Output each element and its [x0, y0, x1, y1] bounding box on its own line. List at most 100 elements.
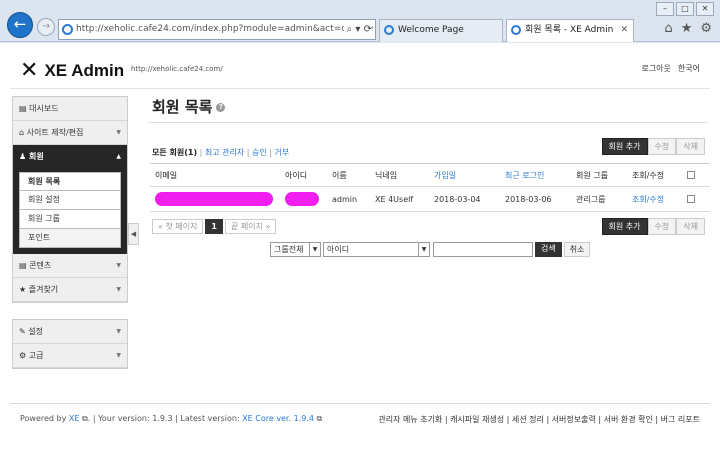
- col-name: 이름: [327, 163, 370, 187]
- footer-links[interactable]: 관리자 메뉴 초기화 | 캐시파일 재생성 | 세션 정리 | 서버정보출력 |…: [378, 414, 700, 425]
- select-all-checkbox[interactable]: [687, 171, 695, 179]
- sidebar-item-settings[interactable]: ✎ 설정 ▼: [13, 320, 127, 344]
- chevron-down-icon: ▼: [309, 243, 320, 256]
- footer-divider: [10, 403, 710, 404]
- current-page[interactable]: 1: [205, 219, 223, 234]
- cell-action: 조회/수정: [627, 186, 682, 212]
- search-input[interactable]: [433, 242, 533, 257]
- sidebar-item-label: 콘텐츠: [29, 261, 52, 270]
- sidebar-item-label: 설정: [28, 327, 43, 336]
- filter-denied[interactable]: 거부: [275, 148, 290, 157]
- ie-icon: [384, 25, 394, 35]
- submenu-member-list[interactable]: 회원 목록: [19, 172, 121, 191]
- col-id: 아이디: [280, 163, 327, 187]
- ie-icon: [511, 25, 521, 35]
- group-select-value: 그룹전체: [274, 245, 304, 254]
- submenu-member-settings[interactable]: 회원 설정: [19, 191, 121, 210]
- field-select[interactable]: 아이디 ▼: [323, 242, 430, 257]
- first-page-button[interactable]: « 첫 페이지: [152, 219, 204, 234]
- sidebar-item-label: 사이트 제작/편집: [26, 128, 84, 137]
- minimize-button[interactable]: –: [656, 2, 674, 16]
- delete-button[interactable]: 삭제: [676, 138, 705, 155]
- cell-name: admin: [327, 186, 370, 212]
- favorites-star-icon[interactable]: ★: [681, 21, 693, 36]
- cell-group: 관리그룹: [571, 186, 627, 212]
- cell-id: [280, 186, 327, 212]
- sidebar-collapse-button[interactable]: ◀: [128, 223, 139, 245]
- external-link-icon: ⧉: [316, 414, 323, 423]
- browser-chrome: ← → http://xeholic.cafe24.com/index.php?…: [0, 0, 720, 42]
- tab-member-list[interactable]: 회원 목록 - XE Admin ✕: [506, 19, 634, 42]
- chevron-down-icon: ▼: [116, 262, 121, 269]
- member-table: 이메일 아이디 이름 닉네임 가입일 최근 로그인 회원 그룹 조회/수정 ad…: [150, 163, 710, 212]
- home-icon: ⌂: [19, 128, 25, 137]
- last-page-button[interactable]: 끝 페이지 »: [225, 219, 277, 234]
- home-icon[interactable]: ⌂: [664, 21, 672, 36]
- sidebar-item-site[interactable]: ⌂ 사이트 제작/편집 ▼: [13, 121, 127, 145]
- sidebar-item-advanced[interactable]: ⚙ 고급 ▼: [13, 344, 127, 368]
- sidebar-item-member[interactable]: ♟ 회원 ▲: [13, 145, 127, 169]
- edit-button-bottom[interactable]: 수정: [647, 218, 677, 235]
- sidebar-item-label: 즐겨찾기: [28, 285, 59, 294]
- cell-last-login: 2018-03-06: [500, 186, 571, 212]
- sidebar-item-label: 고급: [28, 351, 44, 360]
- url-text: http://xeholic.cafe24.com/index.php?modu…: [76, 24, 374, 34]
- header-divider: [10, 88, 710, 89]
- col-group: 회원 그룹: [571, 163, 627, 187]
- cell-email: [150, 186, 280, 212]
- sidebar-item-content[interactable]: ▤ 콘텐츠 ▼: [13, 254, 127, 278]
- filter-all[interactable]: 모든 회원(1): [152, 148, 197, 157]
- col-select-all: [682, 163, 710, 187]
- sidebar-item-favorites[interactable]: ★ 즐겨찾기 ▼: [13, 278, 127, 302]
- sidebar-item-label: 대시보드: [29, 104, 59, 113]
- back-button[interactable]: ←: [7, 12, 33, 38]
- row-checkbox[interactable]: [687, 195, 695, 203]
- view-edit-link[interactable]: 조회/수정: [632, 195, 664, 204]
- cell-nickname: XE 4Uself: [370, 186, 429, 212]
- col-joined[interactable]: 가입일: [429, 163, 500, 187]
- pagination: « 첫 페이지 1 끝 페이지 »: [152, 219, 277, 234]
- xe-link[interactable]: XE: [69, 414, 80, 423]
- close-tab-icon[interactable]: ✕: [620, 20, 628, 40]
- cancel-button[interactable]: 취소: [563, 242, 591, 257]
- col-last-login[interactable]: 최근 로그인: [500, 163, 571, 187]
- latest-version-label: | Latest version:: [175, 414, 240, 423]
- title-divider: [148, 122, 708, 123]
- add-member-button-bottom[interactable]: 회원 추가: [601, 218, 648, 235]
- chevron-up-icon: ▲: [116, 153, 121, 160]
- address-bar[interactable]: http://xeholic.cafe24.com/index.php?modu…: [58, 19, 376, 40]
- logout-link[interactable]: 로그아웃: [641, 63, 670, 74]
- tools-gear-icon[interactable]: ⚙: [700, 21, 712, 36]
- submenu-member-group[interactable]: 회원 그룹: [19, 210, 121, 229]
- footer-version: Powered by XE ⧉. | Your version: 1.9.3 |…: [20, 414, 323, 423]
- tab-welcome[interactable]: Welcome Page: [379, 19, 503, 42]
- address-tools-icon[interactable]: ⌕ ▾ ⟳: [343, 20, 372, 39]
- external-link-icon: ⧉: [82, 414, 88, 423]
- sidebar-item-label: 회원: [28, 152, 44, 161]
- sidebar-item-dashboard[interactable]: ▤ 대시보드: [13, 97, 127, 121]
- search-button[interactable]: 검색: [535, 242, 562, 257]
- delete-button-bottom[interactable]: 삭제: [676, 218, 705, 235]
- sidebar: ▤ 대시보드 ⌂ 사이트 제작/편집 ▼ ♟ 회원 ▲ 회원 목록 회원 설정 회원…: [12, 96, 128, 369]
- maximize-button[interactable]: □: [676, 2, 694, 16]
- filter-approved[interactable]: 승인: [252, 148, 267, 157]
- filter-admin[interactable]: 최고 관리자: [205, 148, 244, 157]
- xe-logo-mark: ✕: [20, 58, 39, 83]
- star-icon: ★: [19, 285, 27, 294]
- language-link[interactable]: 한국어: [678, 63, 700, 74]
- cell-select: [682, 186, 710, 212]
- list-icon: ▤: [19, 261, 27, 270]
- wrench-icon: ✎: [19, 327, 26, 336]
- submenu-point[interactable]: 포인트: [19, 229, 121, 248]
- xe-admin-logo[interactable]: ✕ XE Admin: [20, 58, 124, 83]
- site-url-link[interactable]: http://xeholic.cafe24.com/: [131, 65, 223, 73]
- help-icon[interactable]: ?: [216, 103, 226, 112]
- edit-button[interactable]: 수정: [647, 138, 677, 155]
- latest-version-link[interactable]: XE Core ver. 1.9.4: [242, 414, 314, 423]
- table-row: admin XE 4Uself 2018-03-04 2018-03-06 관리…: [150, 186, 710, 212]
- add-member-button[interactable]: 회원 추가: [601, 138, 648, 155]
- forward-button[interactable]: →: [37, 18, 55, 36]
- group-select[interactable]: 그룹전체 ▼: [270, 242, 321, 257]
- chevron-down-icon: ▼: [116, 286, 121, 293]
- close-window-button[interactable]: ✕: [696, 2, 714, 16]
